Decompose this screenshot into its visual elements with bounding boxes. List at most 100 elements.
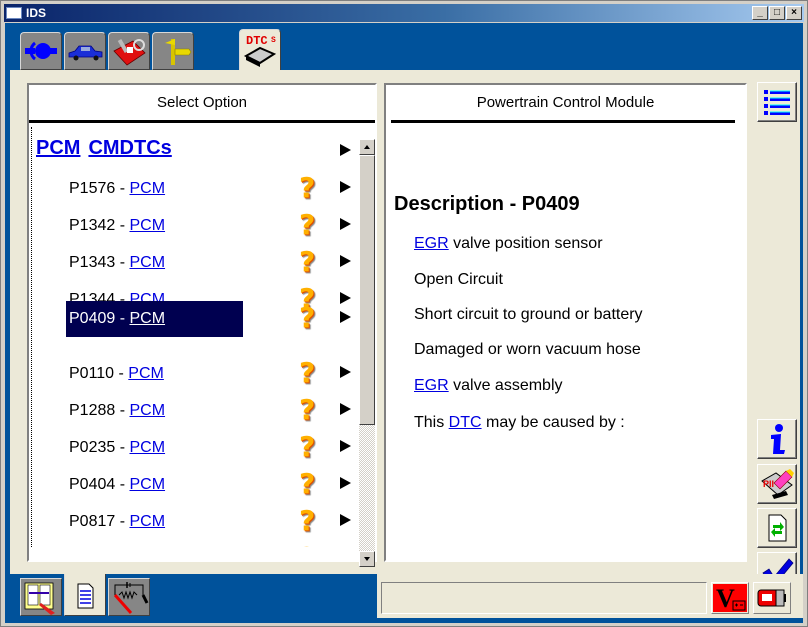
dtc-code[interactable]: P1288 - PCM: [66, 400, 168, 424]
scroll-thumb[interactable]: [359, 155, 375, 425]
module-link[interactable]: PCM: [129, 254, 165, 271]
tab-toolbox[interactable]: [108, 32, 150, 70]
module-link[interactable]: PCM: [129, 217, 165, 234]
maximize-button[interactable]: □: [769, 6, 785, 20]
help-question-icon[interactable]: ?: [299, 395, 315, 425]
dtc-row[interactable]: P1576 - PCM?: [32, 171, 352, 207]
dtc-code[interactable]: P0409 - PCM: [66, 301, 243, 337]
svg-text:DTC: DTC: [246, 34, 268, 48]
dtc-row[interactable]: P1343 - PCM?: [32, 245, 352, 281]
expand-arrow-icon[interactable]: [340, 218, 351, 230]
help-question-icon[interactable]: ?: [299, 173, 315, 203]
module-link[interactable]: PCM: [129, 439, 165, 456]
dtc-list: PCM CMDTCs P1576 - PCM? P1342 - PCM? P134…: [31, 127, 357, 547]
select-option-panel: Select Option PCM CMDTCs P1576 - PCM? P13…: [27, 83, 377, 567]
print-icon: PII: [761, 469, 794, 499]
expand-arrow-icon[interactable]: [340, 440, 351, 452]
tab-document[interactable]: [64, 574, 106, 616]
help-question-icon[interactable]: ?: [299, 210, 315, 240]
dtc-code[interactable]: P0817 - PCM: [66, 511, 168, 535]
expand-arrow-icon[interactable]: [340, 403, 351, 415]
list-button[interactable]: [757, 82, 797, 122]
svg-text:V: V: [716, 584, 735, 613]
module-link[interactable]: PCM: [129, 476, 165, 493]
close-button[interactable]: ×: [786, 6, 802, 20]
expand-arrow-icon[interactable]: [340, 181, 351, 193]
tab-wiring[interactable]: [20, 578, 62, 616]
help-question-icon[interactable]: ?: [299, 358, 315, 388]
module-link[interactable]: PCM: [129, 310, 165, 327]
tab-signpost[interactable]: [152, 32, 194, 70]
egr-link[interactable]: EGR: [414, 377, 449, 394]
description-line: Short circuit to ground or battery: [414, 306, 643, 323]
connector-icon: [25, 41, 57, 61]
dtc-link[interactable]: DTC: [449, 414, 482, 431]
svg-text:S: S: [271, 36, 276, 45]
ids-window: IDS _ □ × DTC S Select Option PCM CMDTCs…: [0, 0, 808, 627]
toolbox-icon: [113, 38, 146, 66]
help-question-icon[interactable]: ?: [299, 247, 315, 277]
help-question-icon[interactable]: ?: [299, 303, 315, 333]
document-icon: [77, 583, 94, 609]
tab-dtcs[interactable]: DTC S: [239, 29, 281, 71]
vcm-device-indicator[interactable]: [753, 582, 791, 614]
help-question-icon[interactable]: ?: [299, 543, 315, 548]
expand-arrow-icon[interactable]: [340, 255, 351, 267]
description-title: Description - P0409: [394, 193, 580, 215]
module-link[interactable]: PCM: [129, 402, 165, 419]
dtc-row[interactable]: P1342 - PCM?: [32, 208, 352, 244]
module-link[interactable]: PCM: [129, 513, 165, 530]
print-button[interactable]: PII: [757, 464, 797, 504]
expand-arrow-icon[interactable]: [340, 311, 351, 323]
info-icon: [771, 424, 785, 454]
description-line: Open Circuit: [414, 271, 503, 288]
expand-arrow-icon[interactable]: [340, 477, 351, 489]
tab-connection[interactable]: [20, 32, 62, 70]
dtc-code[interactable]: P0110 - PCM: [66, 363, 167, 387]
dtc-code[interactable]: P1576 - PCM: [66, 178, 168, 202]
battery-voltage-icon: V: [713, 584, 747, 613]
bottom-bar: V: [5, 574, 803, 623]
module-link[interactable]: PCM: [128, 365, 164, 382]
dtc-row[interactable]: P0110 - PCM?: [32, 356, 352, 392]
title-bar[interactable]: IDS _ □ ×: [4, 4, 804, 22]
refresh-document-button[interactable]: [757, 508, 797, 548]
dtc-code[interactable]: P1342 - PCM: [66, 215, 168, 239]
scroll-up-button[interactable]: [359, 139, 375, 155]
expand-arrow-icon[interactable]: [340, 366, 351, 378]
client-area: DTC S Select Option PCM CMDTCs P1576 - PC…: [5, 23, 803, 623]
status-text: [381, 582, 707, 614]
info-button[interactable]: [757, 419, 797, 459]
dtc-row[interactable]: P0380 - PCM?: [32, 541, 352, 548]
scroll-down-button[interactable]: [359, 551, 375, 567]
expand-arrow-icon[interactable]: [340, 514, 351, 526]
egr-link[interactable]: EGR: [414, 235, 449, 252]
dtc-row[interactable]: P1288 - PCM?: [32, 393, 352, 429]
tab-vehicle[interactable]: [64, 32, 106, 70]
dtc-row[interactable]: P0817 - PCM?: [32, 504, 352, 540]
status-area: V: [377, 574, 803, 618]
dtc-code[interactable]: P1343 - PCM: [66, 252, 168, 276]
dtc-row[interactable]: P0404 - PCM?: [32, 467, 352, 503]
dtc-code[interactable]: P0404 - PCM: [66, 474, 168, 498]
tab-multimeter[interactable]: [108, 578, 150, 616]
dtc-row-selected[interactable]: P0409 - PCM?: [32, 301, 352, 337]
arrow-up-icon: [364, 145, 370, 149]
help-question-icon[interactable]: ?: [299, 506, 315, 536]
main-area: Select Option PCM CMDTCs P1576 - PCM? P13…: [10, 70, 800, 594]
panel-divider: [391, 120, 735, 123]
help-question-icon[interactable]: ?: [299, 432, 315, 462]
expand-arrow-icon[interactable]: [340, 144, 351, 156]
module-link[interactable]: PCM: [129, 180, 165, 197]
list-icon: [764, 90, 790, 115]
signpost-icon: [165, 39, 192, 65]
battery-voltage-indicator[interactable]: V: [711, 582, 749, 614]
minimize-button[interactable]: _: [752, 6, 768, 20]
help-question-icon[interactable]: ?: [299, 469, 315, 499]
module-panel: Powertrain Control Module Description - …: [384, 83, 747, 562]
list-scrollbar[interactable]: [359, 139, 375, 567]
dtc-row[interactable]: P0235 - PCM?: [32, 430, 352, 466]
window-title: IDS: [26, 6, 47, 20]
arrow-down-icon: [364, 557, 370, 561]
dtc-code[interactable]: P0235 - PCM: [66, 437, 168, 461]
